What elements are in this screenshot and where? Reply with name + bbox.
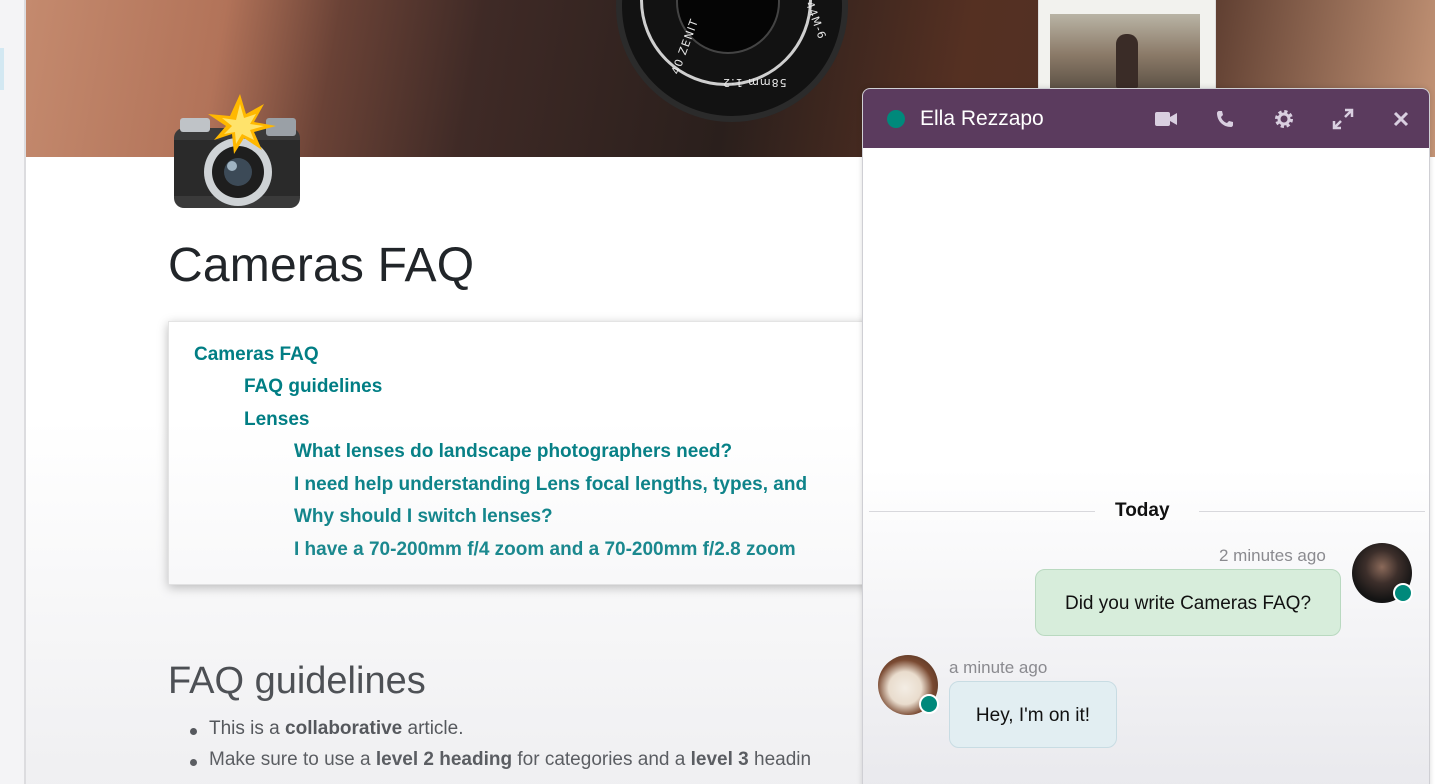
close-chat-button[interactable]	[1386, 104, 1416, 134]
toc-link-switch-lenses[interactable]: Why should I switch lenses?	[294, 506, 553, 528]
video-call-button[interactable]	[1151, 104, 1181, 134]
online-status-icon	[887, 110, 905, 128]
close-icon	[1393, 111, 1409, 127]
date-divider	[869, 511, 1095, 512]
date-divider	[1199, 511, 1425, 512]
video-icon	[1155, 112, 1177, 126]
section-heading-faq-guidelines: FAQ guidelines	[168, 660, 426, 702]
toc-link-zoom-comparison[interactable]: I have a 70-200mm f/4 zoom and a 70-200m…	[294, 539, 796, 561]
table-of-contents: Cameras FAQ FAQ guidelines Lenses What l…	[168, 321, 910, 585]
chat-header[interactable]: Ella Rezzapo	[863, 89, 1429, 148]
chat-settings-button[interactable]	[1269, 104, 1299, 134]
bullet-bold-text: collaborative	[285, 718, 403, 739]
date-separator: Today	[1115, 500, 1170, 521]
toc-link-lenses[interactable]: Lenses	[244, 409, 309, 431]
bullet-bold-text: level 3	[690, 749, 749, 770]
list-item: Make sure to use a level 2 heading for c…	[168, 749, 811, 780]
received-message-bubble[interactable]: Hey, I'm on it!	[949, 681, 1117, 748]
bullet-text: article.	[402, 718, 464, 739]
toc-link-cameras-faq[interactable]: Cameras FAQ	[194, 344, 319, 366]
message-timestamp: 2 minutes ago	[1219, 546, 1326, 565]
bullet-text: Make sure to use a	[209, 749, 376, 770]
chat-window: Ella Rezzapo Today 2 minutes ago Did you…	[862, 88, 1430, 784]
sent-message-bubble[interactable]: Did you write Cameras FAQ?	[1035, 569, 1341, 636]
toc-link-faq-guidelines[interactable]: FAQ guidelines	[244, 376, 382, 398]
guidelines-list: This is a collaborative article. Make su…	[168, 718, 811, 780]
bullet-bold-text: level 2 heading	[375, 749, 513, 770]
left-sidebar	[0, 0, 26, 784]
camera-flash-emoji-icon[interactable]	[168, 92, 304, 212]
bullet-text: headin	[748, 749, 812, 770]
knowledge-app: 40 ZENIT 58mm 1:2 44M-6 Cameras FAQ Came…	[0, 0, 1435, 784]
chat-contact-name[interactable]: Ella Rezzapo	[920, 107, 1044, 131]
gear-icon	[1275, 110, 1293, 128]
toc-link-landscape-lenses[interactable]: What lenses do landscape photographers n…	[294, 441, 732, 463]
phone-call-button[interactable]	[1210, 104, 1240, 134]
chat-messages[interactable]: Today 2 minutes ago Did you write Camera…	[863, 148, 1429, 784]
list-item: This is a collaborative article.	[168, 718, 811, 749]
page-title: Cameras FAQ	[168, 239, 475, 292]
phone-icon	[1217, 111, 1233, 127]
expand-icon	[1332, 108, 1354, 130]
message-timestamp: a minute ago	[949, 658, 1048, 677]
expand-chat-button[interactable]	[1328, 104, 1358, 134]
sidebar-tab[interactable]	[0, 48, 4, 90]
bullet-text: This is a	[209, 718, 286, 739]
polaroid-person	[1116, 34, 1138, 88]
lens-text-focal: 58mm 1:2	[722, 76, 787, 89]
avatar-status-icon	[919, 694, 939, 714]
toc-link-focal-lengths[interactable]: I need help understanding Lens focal len…	[294, 474, 807, 496]
avatar-status-icon	[1393, 583, 1413, 603]
bullet-text: for categories and a	[512, 749, 691, 770]
